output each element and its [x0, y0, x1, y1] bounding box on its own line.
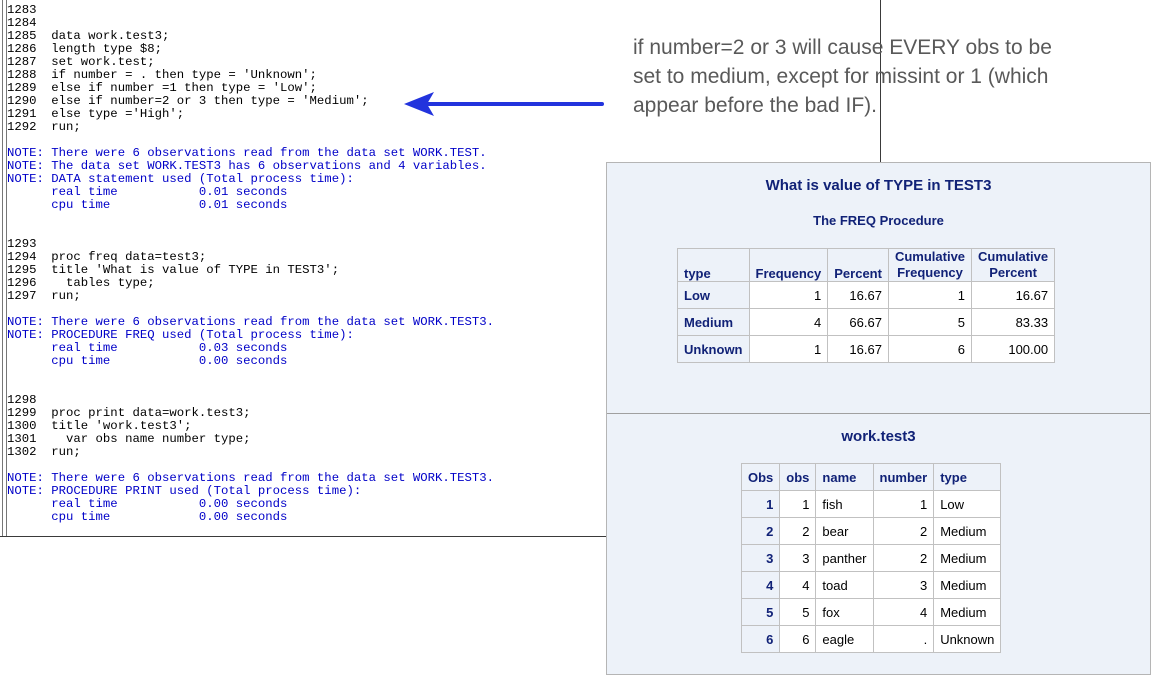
- cell-percent: 16.67: [827, 335, 889, 363]
- freq-table: type Frequency Percent Cumulative Freque…: [677, 248, 1056, 363]
- row-header-type: Unknown: [677, 335, 750, 363]
- col-header-type: type: [933, 463, 1002, 491]
- row-header-obs: 3: [740, 544, 781, 572]
- table-row: 2 2 bear 2 Medium: [740, 517, 1002, 545]
- row-header-obs: 1: [740, 490, 781, 518]
- cell-name: eagle: [815, 625, 874, 653]
- cell-percent: 16.67: [827, 281, 889, 309]
- row-header-type: Medium: [677, 308, 750, 336]
- log-code-line: 1292 run;: [7, 120, 81, 134]
- cell-cumulative-frequency: 5: [887, 308, 973, 336]
- results-viewer[interactable]: What is value of TYPE in TEST3 The FREQ …: [606, 162, 1151, 675]
- print-title: work.test3: [841, 428, 916, 445]
- cell-obs: 5: [779, 598, 817, 626]
- header-line: Cumulative: [894, 249, 966, 264]
- col-header-cumulative-percent: Cumulative Percent: [971, 248, 1056, 282]
- col-header-number: number: [872, 463, 935, 491]
- cell-number: .: [872, 625, 935, 653]
- col-header-name: name: [815, 463, 874, 491]
- cell-frequency: 1: [748, 335, 829, 363]
- annotation-line: appear before the bad IF).: [633, 94, 877, 117]
- log-text: 1283 1284 1285 data work.test3; 1286 length…: [7, 4, 494, 524]
- cell-cumulative-percent: 16.67: [971, 281, 1056, 309]
- table-row: Medium 4 66.67 5 83.33: [677, 308, 1056, 336]
- cell-number: 1: [872, 490, 935, 518]
- log-note-line: cpu time 0.00 seconds: [7, 510, 288, 524]
- cell-obs: 3: [779, 544, 817, 572]
- header-line: Frequency: [897, 265, 963, 280]
- cell-type: Medium: [933, 571, 1002, 599]
- cell-cumulative-frequency: 1: [887, 281, 973, 309]
- table-row: 6 6 eagle. Unknown: [740, 625, 1002, 653]
- col-header-Obs: Obs: [740, 463, 781, 491]
- row-header-obs: 4: [740, 571, 781, 599]
- table-row: 4 4 toad 3 Medium: [740, 571, 1002, 599]
- cell-obs: 6: [779, 625, 817, 653]
- annotation-line: if number=2 or 3 will cause EVERY obs to…: [633, 36, 1052, 59]
- log-code-line: [7, 212, 494, 225]
- cell-number: 2: [872, 544, 935, 572]
- cell-type: Medium: [933, 598, 1002, 626]
- col-header-obs: obs: [779, 463, 817, 491]
- table-row: Unknown 1 16.67 6 100.00: [677, 335, 1056, 363]
- cell-name: panther: [815, 544, 874, 572]
- log-note-line: cpu time 0.00 seconds: [7, 354, 288, 368]
- cell-obs: 2: [779, 517, 817, 545]
- arrow-icon: [404, 92, 604, 116]
- header-line: Cumulative: [978, 249, 1049, 264]
- col-header-type: type: [677, 248, 750, 282]
- table-row: 1 1 fish 1 Low: [740, 490, 1002, 518]
- cell-number: 4: [872, 598, 935, 626]
- cell-cumulative-percent: 83.33: [971, 308, 1056, 336]
- header-line: Percent: [989, 265, 1037, 280]
- annotation-callout: if number=2 or 3 will cause EVERY obs to…: [633, 33, 1143, 120]
- cell-type: Low: [933, 490, 1002, 518]
- freq-title: What is value of TYPE in TEST3: [765, 177, 992, 194]
- col-header-cumulative-frequency: Cumulative Frequency: [887, 248, 973, 282]
- col-header-frequency: Frequency: [748, 248, 829, 282]
- print-table: Obs obs name number type 1 1 fish 1 Low 2 2 bea…: [740, 463, 1002, 653]
- freq-subtitle: The FREQ Procedure: [813, 213, 944, 228]
- cell-frequency: 1: [748, 281, 829, 309]
- log-code-line: [7, 225, 494, 238]
- cell-number: 2: [872, 517, 935, 545]
- section-divider: [607, 413, 1150, 414]
- cell-type: Unknown: [933, 625, 1002, 653]
- cell-type: Medium: [933, 544, 1002, 572]
- cell-cumulative-percent: 100.00: [971, 335, 1056, 363]
- row-header-type: Low: [677, 281, 750, 309]
- table-row: 5 5 fox 4 Medium: [740, 598, 1002, 626]
- row-header-obs: 6: [740, 625, 781, 653]
- log-code-line: 1297 run;: [7, 289, 81, 303]
- cell-name: fox: [815, 598, 874, 626]
- log-code-line: 1283: [7, 3, 37, 17]
- cell-name: bear: [815, 517, 874, 545]
- log-note-line: cpu time 0.01 seconds: [7, 198, 288, 212]
- cell-frequency: 4: [748, 308, 829, 336]
- log-code-line: [7, 381, 494, 394]
- annotation-line: set to medium, except for missint or 1 (…: [633, 65, 1049, 88]
- cell-obs: 1: [779, 490, 817, 518]
- cell-cumulative-frequency: 6: [887, 335, 973, 363]
- cell-name: toad: [815, 571, 874, 599]
- row-header-obs: 2: [740, 517, 781, 545]
- log-code-line: 1302 run;: [7, 445, 81, 459]
- col-header-percent: Percent: [827, 248, 889, 282]
- cell-obs: 4: [779, 571, 817, 599]
- cell-type: Medium: [933, 517, 1002, 545]
- table-row: Low 1 16.67 1 16.67: [677, 281, 1056, 309]
- table-row: 3 3 panther 2 Medium: [740, 544, 1002, 572]
- cell-number: 3: [872, 571, 935, 599]
- row-header-obs: 5: [740, 598, 781, 626]
- log-code-line: [7, 368, 494, 381]
- cell-name: fish: [815, 490, 874, 518]
- cell-percent: 66.67: [827, 308, 889, 336]
